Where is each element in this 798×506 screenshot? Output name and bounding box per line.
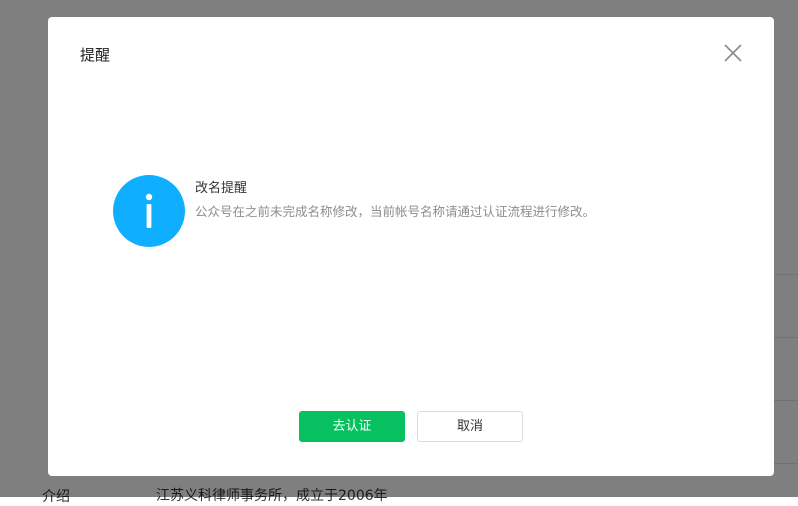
reminder-dialog: 提醒 改名提醒 公众号在之前未完成名称修改，当前帐号名称请通过认证流程进行修改。… [48,17,774,476]
close-icon[interactable] [722,42,744,64]
cancel-button[interactable]: 取消 [417,411,523,442]
verify-button[interactable]: 去认证 [299,411,405,442]
message-title: 改名提醒 [195,181,248,196]
info-icon [113,175,185,247]
dialog-title: 提醒 [80,46,111,64]
message-description: 公众号在之前未完成名称修改，当前帐号名称请通过认证流程进行修改。 [195,204,596,219]
